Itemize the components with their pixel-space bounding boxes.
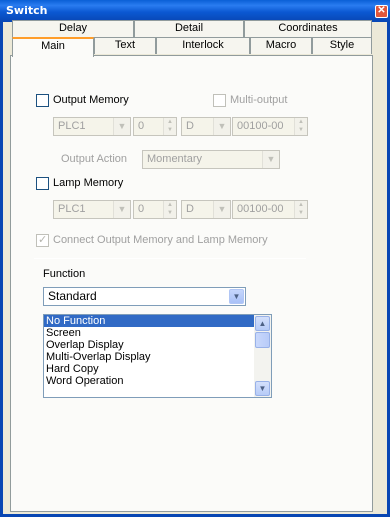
tab-label: Text (114, 39, 136, 51)
tab-label: Interlock (182, 39, 224, 51)
connect-memory-checkbox[interactable]: ✓ (36, 234, 49, 247)
output-device-select[interactable]: D ▼ (181, 117, 231, 136)
list-item[interactable]: No Function (44, 315, 254, 327)
list-item[interactable]: Hard Copy (44, 363, 271, 375)
output-number-value: 0 (138, 120, 145, 132)
multi-output-label: Multi-output (230, 94, 288, 106)
output-device-value: D (186, 120, 194, 132)
output-memory-checkbox[interactable] (36, 94, 49, 107)
window-title: Switch (6, 4, 48, 17)
output-address-spinner[interactable]: 00100-00 ▲ ▼ (232, 117, 308, 136)
tab-label: Delay (58, 22, 88, 34)
output-number-spinner[interactable]: 0 ▲ ▼ (133, 117, 177, 136)
lamp-plc-value: PLC1 (58, 203, 86, 215)
scroll-thumb[interactable] (255, 332, 270, 348)
spinner-arrows-icon: ▲ ▼ (294, 201, 307, 218)
tab-label: Coordinates (278, 22, 338, 34)
multi-output-checkbox[interactable] (213, 94, 226, 107)
function-select[interactable]: Standard ▼ (43, 287, 246, 306)
tab-macro[interactable]: Macro (250, 37, 312, 54)
tab-detail[interactable]: Detail (134, 20, 244, 37)
lamp-memory-checkbox[interactable] (36, 177, 49, 190)
list-item[interactable]: Overlap Display (44, 339, 271, 351)
scroll-up-icon[interactable]: ▲ (255, 316, 270, 331)
output-plc-select[interactable]: PLC1 ▼ (53, 117, 131, 136)
spinner-arrows-icon: ▲ ▼ (163, 201, 176, 218)
tab-label: Main (41, 40, 65, 52)
title-bar: Switch ✕ (0, 0, 390, 22)
function-listbox[interactable]: No Function Screen Overlap Display Multi… (43, 314, 272, 398)
chevron-down-icon[interactable]: ▼ (229, 289, 244, 304)
spinner-arrows-icon: ▲ ▼ (163, 118, 176, 135)
lamp-plc-select[interactable]: PLC1 ▼ (53, 200, 131, 219)
output-action-select[interactable]: Momentary ▼ (142, 150, 280, 169)
tab-interlock[interactable]: Interlock (156, 37, 250, 54)
close-icon[interactable]: ✕ (375, 5, 388, 18)
tab-main[interactable]: Main (12, 37, 94, 57)
output-action-value: Momentary (147, 153, 203, 165)
output-plc-value: PLC1 (58, 120, 86, 132)
tab-label: Macro (265, 39, 297, 51)
list-item[interactable]: Multi-Overlap Display (44, 351, 271, 363)
spinner-arrows-icon: ▲ ▼ (294, 118, 307, 135)
lamp-device-select[interactable]: D ▼ (181, 200, 231, 219)
chevron-down-icon: ▼ (213, 201, 230, 218)
tab-coordinates[interactable]: Coordinates (244, 20, 372, 37)
chevron-down-icon: ▼ (262, 151, 279, 168)
chevron-down-icon: ▼ (113, 201, 130, 218)
output-action-label: Output Action (61, 153, 128, 165)
lamp-memory-label: Lamp Memory (53, 177, 124, 189)
checkmark-icon: ✓ (38, 234, 48, 246)
function-label: Function (43, 268, 86, 280)
lamp-number-value: 0 (138, 203, 145, 215)
divider (34, 258, 306, 259)
list-item[interactable]: Word Operation (44, 375, 271, 387)
lamp-device-value: D (186, 203, 194, 215)
output-memory-label: Output Memory (53, 94, 129, 106)
connect-memory-label: Connect Output Memory and Lamp Memory (53, 234, 268, 246)
tab-text[interactable]: Text (94, 37, 156, 54)
tab-style[interactable]: Style (312, 37, 372, 54)
chevron-down-icon: ▼ (213, 118, 230, 135)
function-select-value: Standard (48, 289, 97, 303)
tab-label: Style (329, 39, 355, 51)
output-address-value: 00100-00 (237, 120, 284, 132)
scroll-down-icon[interactable]: ▼ (255, 381, 270, 396)
tab-label: Detail (174, 22, 204, 34)
lamp-address-value: 00100-00 (237, 203, 284, 215)
list-item[interactable]: Screen (44, 327, 271, 339)
lamp-number-spinner[interactable]: 0 ▲ ▼ (133, 200, 177, 219)
lamp-address-spinner[interactable]: 00100-00 ▲ ▼ (232, 200, 308, 219)
tab-delay[interactable]: Delay (12, 20, 134, 37)
chevron-down-icon: ▼ (113, 118, 130, 135)
listbox-scrollbar[interactable]: ▲ ▼ (254, 315, 271, 397)
